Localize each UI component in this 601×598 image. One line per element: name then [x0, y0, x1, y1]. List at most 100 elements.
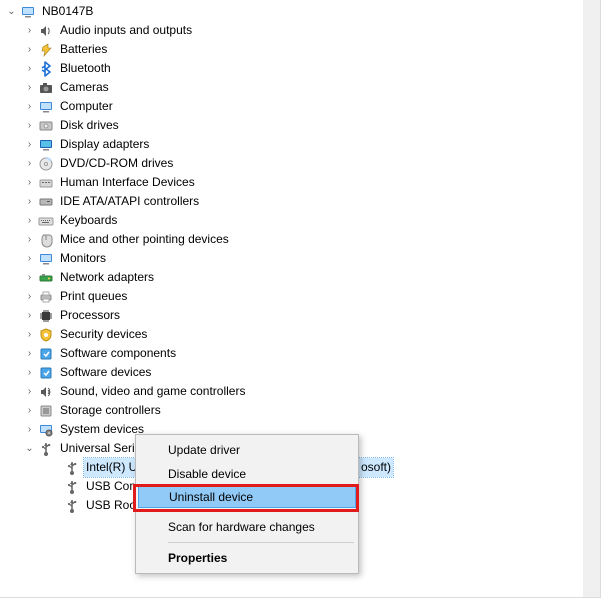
- expander-closed-icon[interactable]: ›: [24, 329, 35, 340]
- chip-icon: [38, 308, 54, 324]
- tree-category-mon[interactable]: › Monitors: [6, 249, 247, 268]
- tree-category-mouse[interactable]: › Mice and other pointing devices: [6, 230, 247, 249]
- expander-closed-icon[interactable]: ›: [24, 44, 35, 55]
- tree-category-label: Sound, video and game controllers: [58, 382, 247, 401]
- network-icon: [38, 270, 54, 286]
- tree-category-label: Audio inputs and outputs: [58, 21, 194, 40]
- context-menu-item[interactable]: Properties: [138, 546, 356, 570]
- tree-category-dvd[interactable]: › DVD/CD-ROM drives: [6, 154, 247, 173]
- expander-closed-icon[interactable]: ›: [24, 310, 35, 321]
- expander-closed-icon[interactable]: ›: [24, 139, 35, 150]
- cd-icon: [38, 156, 54, 172]
- tree-category-print[interactable]: › Print queues: [6, 287, 247, 306]
- expander-closed-icon[interactable]: ›: [24, 272, 35, 283]
- monitor-icon: [38, 251, 54, 267]
- tree-category-stor[interactable]: › Storage controllers: [6, 401, 247, 420]
- tree-category-audio[interactable]: › Audio inputs and outputs: [6, 21, 247, 40]
- expander-closed-icon[interactable]: ›: [24, 367, 35, 378]
- software-icon: [38, 365, 54, 381]
- expander-closed-icon[interactable]: ›: [24, 348, 35, 359]
- expander-open-icon[interactable]: ⌄: [24, 443, 35, 454]
- tree-category-cpu[interactable]: › Processors: [6, 306, 247, 325]
- tree-category-disp[interactable]: › Display adapters: [6, 135, 247, 154]
- tree-category-snd[interactable]: › Sound, video and game controllers: [6, 382, 247, 401]
- tree-category-ide[interactable]: › IDE ATA/ATAPI controllers: [6, 192, 247, 211]
- expander-closed-icon[interactable]: ›: [24, 386, 35, 397]
- tree-category-label: Batteries: [58, 40, 109, 59]
- usb-icon: [64, 460, 80, 476]
- expander-closed-icon[interactable]: ›: [24, 405, 35, 416]
- expander-closed-icon[interactable]: ›: [24, 25, 35, 36]
- monitor-blue-icon: [38, 137, 54, 153]
- expander-closed-icon[interactable]: ›: [24, 82, 35, 93]
- expander-closed-icon[interactable]: ›: [24, 291, 35, 302]
- context-menu: Update driverDisable deviceUninstall dev…: [135, 434, 359, 574]
- tree-category-label: Software components: [58, 344, 178, 363]
- expander-closed-icon[interactable]: ›: [24, 215, 35, 226]
- context-menu-item[interactable]: Uninstall device: [138, 486, 356, 508]
- usb-icon: [64, 498, 80, 514]
- tree-device-label: Intel(R) U: [84, 458, 139, 477]
- expander-icon[interactable]: ⌄: [6, 6, 17, 17]
- expander-closed-icon[interactable]: ›: [24, 234, 35, 245]
- monitor-icon: [38, 99, 54, 115]
- speaker-icon: [38, 23, 54, 39]
- tree-category-label: Cameras: [58, 78, 111, 97]
- tree-category-label: Storage controllers: [58, 401, 163, 420]
- expander-closed-icon[interactable]: ›: [24, 63, 35, 74]
- tree-category-kb[interactable]: › Keyboards: [6, 211, 247, 230]
- expander-closed-icon[interactable]: ›: [24, 177, 35, 188]
- context-menu-item[interactable]: Scan for hardware changes: [138, 515, 356, 539]
- tree-category-label: Security devices: [58, 325, 149, 344]
- expander-closed-icon[interactable]: ›: [24, 253, 35, 264]
- context-menu-separator: [168, 511, 354, 512]
- tree-root[interactable]: ⌄ NB0147B: [6, 2, 247, 21]
- tree-device-label: USB Com: [84, 477, 141, 496]
- vertical-scrollbar[interactable]: [583, 0, 600, 597]
- tree-category-label: Network adapters: [58, 268, 156, 287]
- storage-icon: [38, 403, 54, 419]
- tree-category-label: Computer: [58, 97, 115, 116]
- sound-icon: [38, 384, 54, 400]
- expander-closed-icon[interactable]: ›: [24, 158, 35, 169]
- tree-category-bt[interactable]: › Bluetooth: [6, 59, 247, 78]
- tree-category-label: Display adapters: [58, 135, 151, 154]
- tree-category-disk[interactable]: ›Disk drives: [6, 116, 247, 135]
- expander-closed-icon[interactable]: ›: [24, 196, 35, 207]
- drive-icon: [38, 194, 54, 210]
- tree-category-swd[interactable]: ›Software devices: [6, 363, 247, 382]
- tree-category-label: Monitors: [58, 249, 108, 268]
- context-menu-item[interactable]: Update driver: [138, 438, 356, 462]
- system-icon: [38, 422, 54, 438]
- battery-icon: [38, 42, 54, 58]
- printer-icon: [38, 289, 54, 305]
- expander-closed-icon[interactable]: ›: [24, 120, 35, 131]
- tree-category-net[interactable]: › Network adapters: [6, 268, 247, 287]
- tree-category-cam[interactable]: › Cameras: [6, 78, 247, 97]
- tree-category-swc[interactable]: › Software components: [6, 344, 247, 363]
- bluetooth-icon: [38, 61, 54, 77]
- tree-category-batt[interactable]: › Batteries: [6, 40, 247, 59]
- mouse-icon: [38, 232, 54, 248]
- expander-closed-icon[interactable]: ›: [24, 101, 35, 112]
- tree-root-label: NB0147B: [40, 2, 95, 21]
- tree-category-label: DVD/CD-ROM drives: [58, 154, 175, 173]
- expander-closed-icon[interactable]: ›: [24, 424, 35, 435]
- shield-icon: [38, 327, 54, 343]
- tree-category-label: System devices: [58, 420, 146, 439]
- computer-icon: [20, 4, 36, 20]
- tree-category-label: Print queues: [58, 287, 129, 306]
- tree-category-label: Processors: [58, 306, 122, 325]
- tree-category-hid[interactable]: ›Human Interface Devices: [6, 173, 247, 192]
- context-menu-item[interactable]: Disable device: [138, 462, 356, 486]
- tree-category-label: Mice and other pointing devices: [58, 230, 231, 249]
- tree-category-label: IDE ATA/ATAPI controllers: [58, 192, 201, 211]
- usb-icon: [64, 479, 80, 495]
- tree-category-comp[interactable]: › Computer: [6, 97, 247, 116]
- tree-device-label: USB Root: [84, 496, 141, 515]
- tree-category-sec[interactable]: › Security devices: [6, 325, 247, 344]
- keyboard-icon: [38, 213, 54, 229]
- tree-category-label: Bluetooth: [58, 59, 113, 78]
- tree-category-label: Keyboards: [58, 211, 119, 230]
- context-menu-separator: [168, 542, 354, 543]
